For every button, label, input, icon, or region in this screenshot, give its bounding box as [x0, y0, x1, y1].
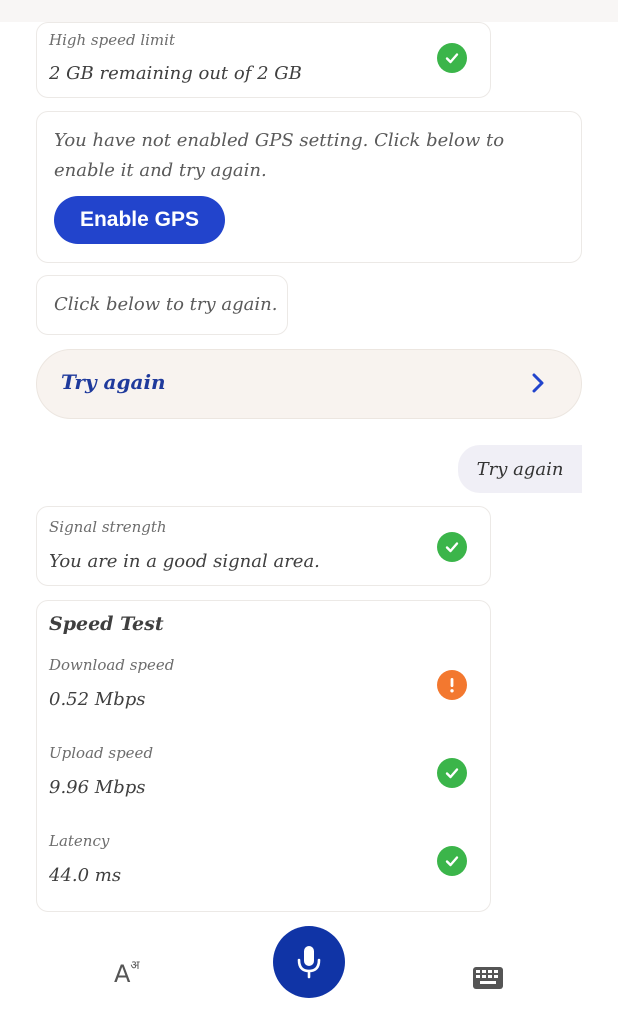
user-message-bubble: Try again	[458, 445, 582, 493]
signal-strength-label: Signal strength	[49, 518, 167, 536]
retry-message-text: Click below to try again.	[54, 294, 278, 315]
upload-speed-value: 9.96 Mbps	[49, 777, 146, 798]
chat-page: High speed limit 2 GB remaining out of 2…	[0, 0, 618, 1024]
high-speed-card: High speed limit 2 GB remaining out of 2…	[36, 22, 491, 98]
check-icon	[437, 846, 467, 876]
check-icon	[437, 43, 467, 73]
check-icon	[437, 532, 467, 562]
status-strip	[0, 0, 618, 22]
keyboard-icon[interactable]	[472, 966, 504, 994]
try-again-button[interactable]: Try again	[36, 349, 582, 419]
signal-strength-value: You are in a good signal area.	[49, 551, 320, 572]
download-speed-label: Download speed	[49, 656, 175, 674]
gps-message-text: You have not enabled GPS setting. Click …	[54, 130, 505, 181]
speed-test-card: Speed Test Download speed 0.52 Mbps Uplo…	[36, 600, 491, 912]
font-language-sup: अ	[130, 958, 140, 972]
speed-test-title: Speed Test	[49, 613, 164, 635]
bottom-input-bar: Aअ	[0, 920, 618, 1024]
try-again-label: Try again	[61, 370, 166, 394]
high-speed-label: High speed limit	[49, 31, 175, 49]
microphone-button[interactable]	[273, 926, 345, 998]
chevron-right-icon	[531, 372, 545, 398]
signal-strength-card: Signal strength You are in a good signal…	[36, 506, 491, 586]
microphone-icon	[297, 946, 321, 979]
latency-value: 44.0 ms	[49, 865, 122, 886]
enable-gps-button[interactable]: Enable GPS	[54, 196, 225, 244]
warning-icon	[437, 670, 467, 700]
check-icon	[437, 758, 467, 788]
font-language-icon[interactable]: Aअ	[114, 958, 140, 988]
retry-message-card: Click below to try again.	[36, 275, 288, 335]
font-language-glyph: A	[114, 960, 131, 988]
latency-label: Latency	[49, 832, 110, 850]
upload-speed-label: Upload speed	[49, 744, 154, 762]
download-speed-value: 0.52 Mbps	[49, 689, 146, 710]
high-speed-value: 2 GB remaining out of 2 GB	[49, 63, 302, 84]
